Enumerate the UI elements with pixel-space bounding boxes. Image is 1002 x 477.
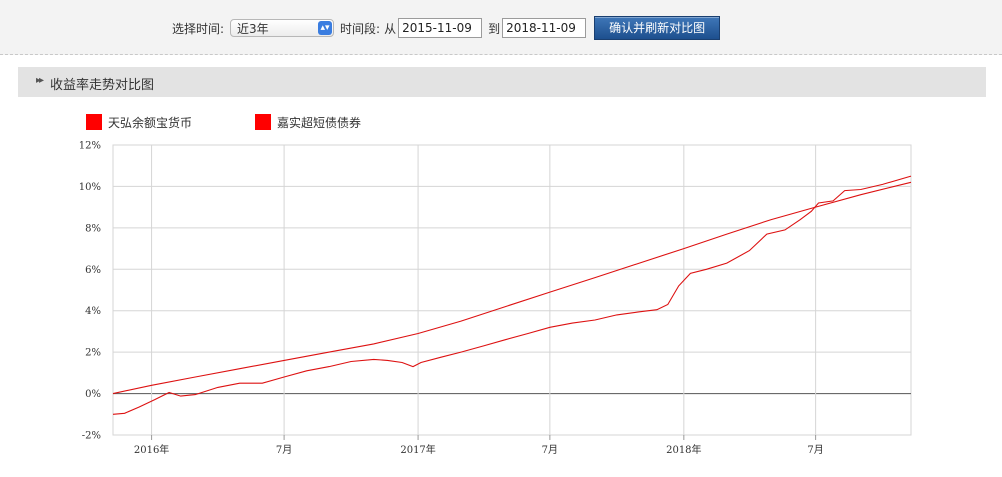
- x-tick-label: 7月: [807, 444, 823, 456]
- x-tick-label: 2016年: [134, 443, 169, 456]
- y-tick-label: 0%: [85, 389, 101, 400]
- y-tick-label: 8%: [85, 223, 101, 234]
- x-tick-label: 7月: [276, 444, 292, 456]
- line-chart: -2% 0% 2% 4% 6% 8% 10% 12% 2016年 7月 2017年 7月 2018年 7月: [79, 141, 912, 456]
- y-tick-label: -2%: [82, 431, 101, 442]
- x-tick-label: 7月: [542, 444, 558, 456]
- series-line-1: [112, 181, 912, 395]
- y-tick-label: 12%: [79, 141, 101, 152]
- series-line-2: [112, 175, 912, 415]
- y-tick-label: 2%: [85, 348, 101, 359]
- y-tick-label: 6%: [85, 265, 101, 276]
- x-tick-label: 2017年: [400, 443, 435, 456]
- y-tick-label: 4%: [85, 306, 101, 317]
- y-tick-label: 10%: [79, 182, 101, 193]
- x-tick-label: 2018年: [666, 443, 701, 456]
- plot-area: [112, 144, 912, 436]
